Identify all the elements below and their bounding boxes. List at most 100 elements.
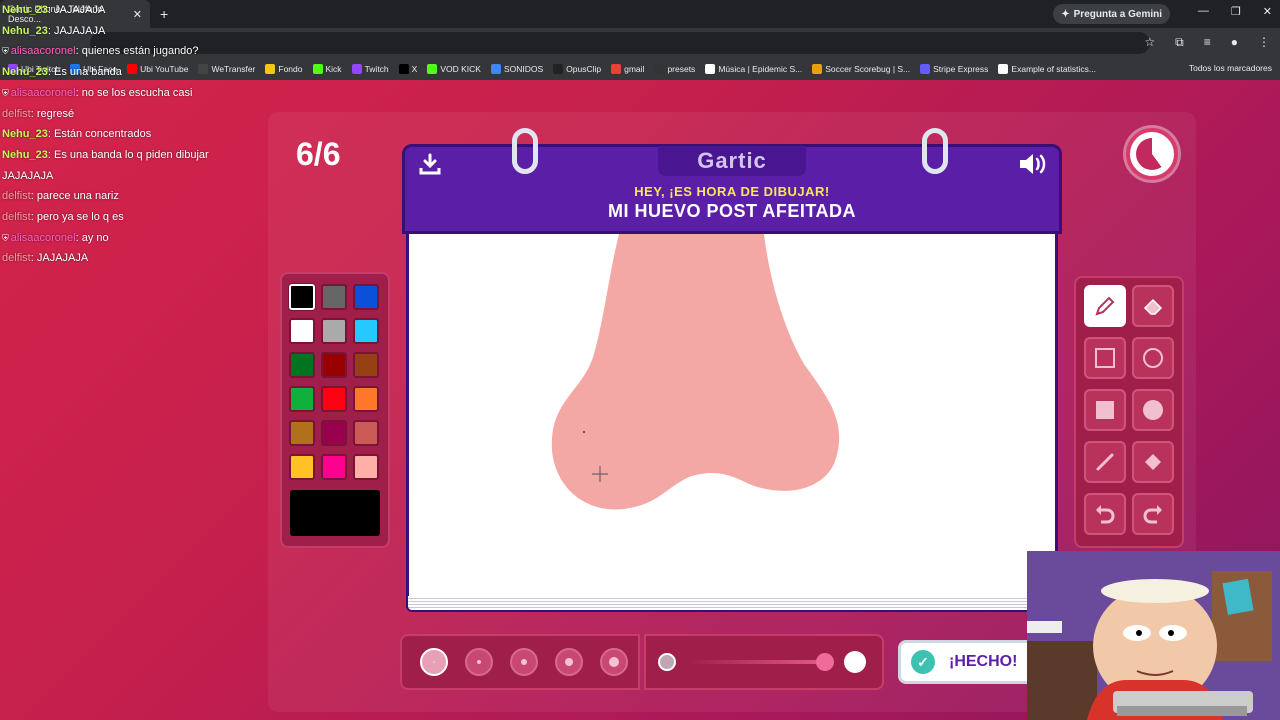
draw-hint: HEY, ¡ES HORA DE DIBUJAR! [634, 184, 830, 199]
bucket-tool[interactable] [1132, 441, 1174, 483]
undo-icon [1096, 505, 1115, 524]
toolbar-icons: ☆ ⧉ ≡ ● ⋮ [1144, 35, 1270, 50]
all-bookmarks[interactable]: Todos los marcadores [1189, 63, 1272, 73]
draw-prompt: MI HUEVO POST AFEITADA [607, 201, 856, 221]
color-swatch[interactable] [353, 386, 379, 412]
chat-username: Nehu_23 [2, 24, 48, 37]
bookmark-favicon-icon [490, 64, 501, 74]
bookmark-item[interactable]: Fondo [265, 64, 303, 74]
url-input[interactable] [90, 32, 1150, 54]
bookmark-favicon-icon [705, 64, 716, 74]
color-swatch[interactable] [321, 454, 347, 480]
color-swatch[interactable] [289, 420, 315, 446]
circle-outline-icon [1143, 348, 1163, 368]
brush-size-option[interactable] [555, 648, 583, 676]
bookmark-item[interactable]: gmail [611, 64, 644, 74]
opacity-slider[interactable] [688, 660, 828, 664]
chat-message: Nehu_23: Es una banda [2, 66, 122, 79]
color-swatch[interactable] [289, 454, 315, 480]
bookmark-item[interactable]: Twitch [351, 64, 389, 74]
bookmark-item[interactable]: Música | Epidemic S... [705, 64, 802, 74]
eraser-icon [1143, 298, 1163, 315]
chat-message: ⛨ alisaacoronel: ay no [2, 231, 109, 244]
chat-text: regresé [36, 107, 75, 120]
bookmark-item[interactable]: Example of statistics... [998, 64, 1096, 74]
chat-text: Están concentrados [53, 128, 152, 141]
color-swatch[interactable] [289, 352, 315, 378]
sound-icon[interactable] [1018, 152, 1048, 176]
drawing-canvas[interactable] [406, 234, 1058, 606]
bookmark-item[interactable]: Kick [312, 64, 342, 74]
chat-username: delfist [2, 211, 31, 224]
color-swatch[interactable] [353, 318, 379, 344]
bookmark-item[interactable]: presets [654, 64, 695, 74]
redo-tool[interactable] [1132, 493, 1174, 535]
opacity-high-icon [844, 651, 866, 673]
chat-message: delfist: pero ya se lo q es [2, 211, 124, 224]
restore-icon[interactable]: ❐ [1231, 5, 1241, 18]
color-swatch[interactable] [289, 284, 315, 310]
done-button[interactable]: ✓ ¡HECHO! [898, 640, 1038, 684]
ring-right [922, 128, 948, 174]
color-swatch[interactable] [353, 284, 379, 310]
bookmark-item[interactable]: Stripe Express [920, 64, 988, 74]
chat-username: Nehu_23 [2, 128, 48, 141]
current-color-preview [290, 490, 380, 536]
bookmark-item[interactable]: VOD KICK [427, 64, 481, 74]
color-swatch[interactable] [321, 386, 347, 412]
brush-size-option[interactable] [510, 648, 538, 676]
download-icon[interactable] [418, 152, 442, 176]
redo-icon [1143, 505, 1162, 524]
chat-text: pero ya se lo q es [36, 211, 124, 224]
chat-username: delfist [2, 252, 31, 265]
opacity-slider-handle[interactable] [816, 653, 834, 671]
color-swatch[interactable] [321, 352, 347, 378]
line-tool[interactable] [1084, 441, 1126, 483]
chat-text: Es una banda [53, 66, 122, 79]
gartic-logo: Gartic [658, 146, 806, 176]
bookmark-favicon-icon [920, 64, 931, 74]
chat-text: ay no [81, 231, 109, 244]
chat-badge-icon: ⛨ [2, 46, 9, 57]
color-swatch[interactable] [289, 386, 315, 412]
bookmark-favicon-icon [812, 64, 823, 74]
color-swatch[interactable] [353, 420, 379, 446]
color-swatch[interactable] [289, 318, 315, 344]
window-controls: — ❐ ✕ [1198, 5, 1272, 18]
color-swatch[interactable] [321, 284, 347, 310]
undo-tool[interactable] [1084, 493, 1126, 535]
star-icon[interactable]: ☆ [1144, 35, 1155, 50]
bookmark-item[interactable]: Soccer Scorebug | S... [812, 64, 910, 74]
color-swatch[interactable] [353, 352, 379, 378]
chat-badge-icon: ⛨ [2, 232, 9, 243]
chat-message: Nehu_23: Están concentrados [2, 128, 152, 141]
bookmark-item[interactable]: SONIDOS [490, 64, 543, 74]
menu-icon[interactable]: ⋮ [1258, 35, 1270, 50]
eraser-tool[interactable] [1132, 285, 1174, 327]
color-swatch[interactable] [321, 318, 347, 344]
brush-size-option[interactable] [420, 648, 448, 676]
brush-size-option[interactable] [465, 648, 493, 676]
chat-username: Nehu_23 [2, 66, 48, 79]
pencil-tool[interactable] [1084, 285, 1126, 327]
chat-username: alisaacoronel [10, 86, 76, 99]
ellipse-fill-tool[interactable] [1132, 389, 1174, 431]
gemini-button[interactable]: ✦ Pregunta a Gemini [1053, 4, 1170, 24]
ellipse-outline-tool[interactable] [1132, 337, 1174, 379]
media-icon[interactable]: ≡ [1204, 35, 1211, 50]
bookmark-item[interactable]: OpusClip [553, 64, 601, 74]
color-swatch[interactable] [321, 420, 347, 446]
window-close-icon[interactable]: ✕ [1263, 5, 1272, 18]
check-icon: ✓ [911, 650, 935, 674]
extensions-icon[interactable]: ⧉ [1175, 35, 1184, 50]
circle-filled-icon [1143, 400, 1163, 420]
color-swatch[interactable] [353, 454, 379, 480]
line-icon [1096, 453, 1114, 471]
bookmark-item[interactable]: X [398, 64, 417, 74]
brush-size-option[interactable] [600, 648, 628, 676]
profile-icon[interactable]: ● [1231, 35, 1238, 50]
minimize-icon[interactable]: — [1198, 5, 1209, 18]
rectangle-fill-tool[interactable] [1084, 389, 1126, 431]
rectangle-outline-tool[interactable] [1084, 337, 1126, 379]
chat-message: ⛨ alisaacoronel: quienes están jugando? [2, 45, 199, 58]
